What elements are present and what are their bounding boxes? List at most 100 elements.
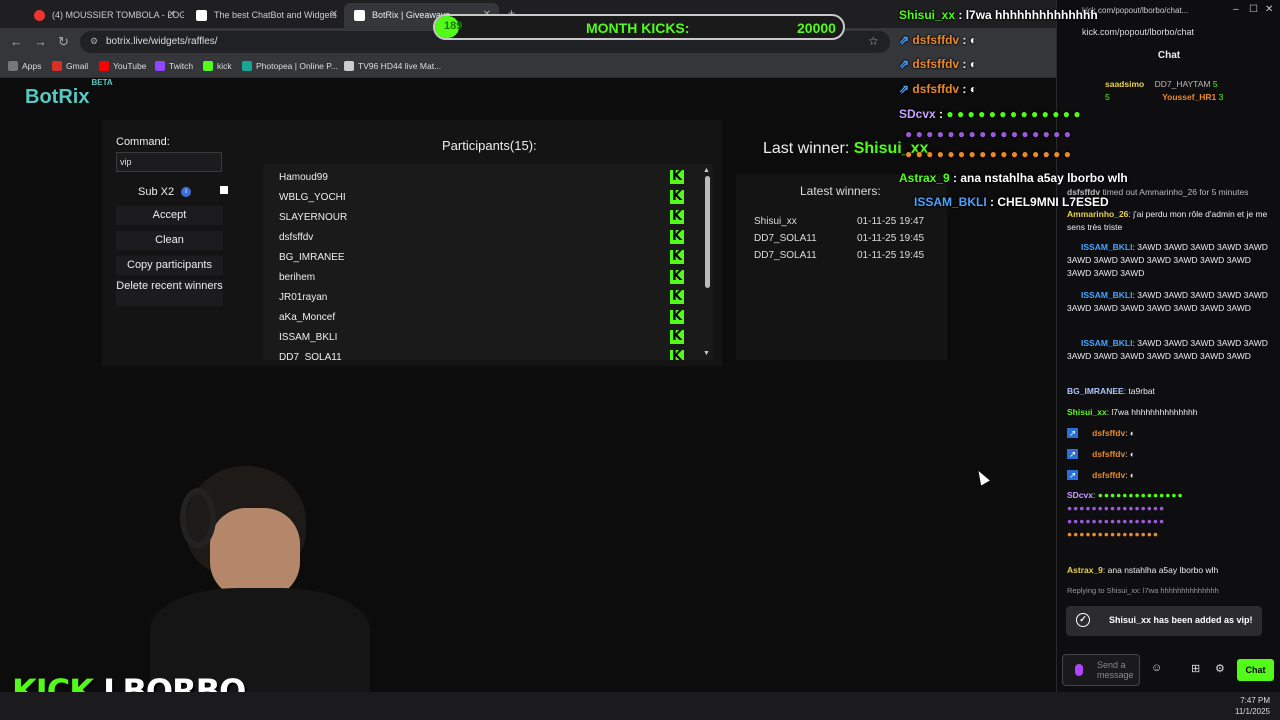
chat-message-input[interactable]: Send a message [1062,654,1140,686]
chat-title: Chat [1157,50,1181,61]
participants-list[interactable]: Hamoud99 WBLG_YOCHI SLAYERNOUR dsfsffdv … [263,164,713,360]
settings-icon[interactable]: ⚙ [1215,662,1225,675]
chat-message: ISSAM_BKLI: 3AWD 3AWD 3AWD 3AWD 3AWD 3AW… [1067,338,1268,361]
winner-date: 01-11-25 19:47 [857,216,925,227]
kick-icon: K [670,350,684,360]
back-icon[interactable]: ← [10,34,23,49]
kick-icon: K [670,189,684,204]
kick-icon: K [670,289,684,304]
month-kicks-goal-bar: 189 MONTH KICKS: 20000 [433,14,845,40]
chat-message: ISSAM_BKLI: 3AWD 3AWD 3AWD 3AWD 3AWD 3AW… [1067,290,1268,313]
winner-date: 01-11-25 19:45 [857,250,925,261]
photopea-icon [242,61,252,71]
webcam-feed [150,458,370,692]
chat-message: Astrax_9: ana nstahlha a5ay lborbo wlh [1067,565,1219,575]
scroll-down-icon[interactable]: ▼ [703,350,710,357]
chat-message: Shisui_xx: l7wa hhhhhhhhhhhhhh [1067,407,1198,417]
badge-icon: ↗ [1067,449,1079,459]
botrix-icon [196,10,207,21]
kick-icon: K [670,329,684,344]
participant-row: dsfsffdv [279,232,314,243]
overlay-chat-message: ⇗ dsfsffdv : ◐ [899,82,977,96]
maximize-icon[interactable]: ☐ [1249,4,1258,15]
close-icon[interactable]: ✕ [1265,4,1273,15]
bookmark-apps[interactable]: Apps [8,61,41,71]
emote-row: ●●●●●●●●●●●●●●●● [1067,516,1166,526]
delete-recent-winners-button[interactable]: Delete recent winners [116,280,223,306]
youtube-icon [99,61,109,71]
badge-icon: ⇗ [899,57,910,71]
info-icon[interactable]: i [181,187,191,197]
participant-row: berihem [279,272,316,283]
botrix-page: BotRixBETA Command: Sub X2 i Accept Clea… [0,78,1056,692]
bookmark-gmail[interactable]: Gmail [52,61,88,71]
winner-name: DD7_SOLA11 [754,233,817,244]
taskbar: 7:47 PM 11/1/2025 [0,692,1280,720]
tab-moussier[interactable]: (4) MOUSSIER TOMBOLA - LOG ✕ [24,3,184,28]
minimize-icon[interactable]: – [1233,4,1239,15]
overlay-chat-message: ISSAM_BKLI : CHEL9MNI L7ESED [914,195,1109,209]
bookmark-twitch[interactable]: Twitch [155,61,193,71]
copy-participants-button[interactable]: Copy participants [116,256,223,275]
clean-button[interactable]: Clean [116,231,223,250]
chat-message: ↗ dsfsffdv: ◐ [1067,449,1136,459]
bookmarks-bar: Apps Gmail YouTube Twitch kick Photopea … [0,56,1056,78]
emote-row: ●●●●●●●●●●●●●●●● [1067,503,1166,513]
forward-icon[interactable]: → [34,34,47,49]
kicks-current: 189 [444,20,463,32]
badge-icon: ⇗ [899,82,910,96]
youtube-icon [34,10,45,21]
participants-title: Participants(15): [442,138,537,153]
kicks-label: MONTH KICKS: [586,20,690,36]
beta-badge: BETA [91,78,113,88]
send-chat-button[interactable]: Chat [1237,659,1274,681]
participant-row: WBLG_YOCHI [279,192,346,203]
winner-date: 01-11-25 19:45 [857,233,925,244]
bookmark-photopea[interactable]: Photopea | Online P... [242,61,338,71]
bookmark-tv96[interactable]: TV96 HD44 live Mat... [344,61,441,71]
gift-icon[interactable]: ⊞ [1191,662,1200,675]
site-info-icon: ⚙ [90,36,99,46]
participant-row: aKa_Moncef [279,312,336,323]
emote-row: ● ● ● ● ● ● ● ● ● ● ● ● ● [946,107,1081,121]
system-clock: 7:47 PM 11/1/2025 [1235,696,1270,716]
participant-row: SLAYERNOUR [279,212,348,223]
overlay-chat-message: SDcvx : ● ● ● ● ● ● ● ● ● ● ● ● ● [899,107,1081,121]
participant-row: BG_IMRANEE [279,252,345,263]
gmail-icon [52,61,62,71]
scroll-up-icon[interactable]: ▲ [703,167,710,174]
command-input[interactable] [116,152,222,172]
winner-name: DD7_SOLA11 [754,250,817,261]
overlay-chat-message: Astrax_9 : ana nstahlha a5ay lborbo wlh [899,171,1128,185]
bookmark-youtube[interactable]: YouTube [99,61,146,71]
chat-message: BG_IMRANEE: ta9rbat [1067,386,1155,396]
chat-message: ↗ dsfsffdv: ◐ [1067,428,1136,438]
close-icon[interactable]: ✕ [168,9,176,20]
top-gifters: saadsimo DD7_HAYTAM 5 5 Youssef_HR1 3 [1105,79,1224,102]
check-icon: ✓ [1076,613,1090,627]
twitch-icon [155,61,165,71]
kicks-goal: 20000 [797,20,836,36]
sub-x2-checkbox[interactable] [220,186,228,194]
botrix-logo[interactable]: BotRixBETA [25,78,113,109]
bookmark-kick[interactable]: kick [203,61,232,71]
scrollbar[interactable] [705,176,710,288]
kick-icon: K [670,249,684,264]
chat-message: Ammarinho_26: j'ai perdu mon rôle d'admi… [1067,209,1268,232]
kick-icon [203,61,213,71]
accept-button[interactable]: Accept [116,206,223,225]
kick-icon: K [670,269,684,284]
participant-row: DD7_SOLA11 [279,352,342,360]
star-icon[interactable]: ☆ [868,34,879,48]
tab-chatbot[interactable]: The best ChatBot and Widgets ✕ [186,3,346,28]
overlay-chat-message: ⇗ dsfsffdv : ◐ [899,57,977,71]
emote-picker-icon[interactable]: ☺ [1151,662,1162,674]
microphone-icon[interactable] [1075,664,1083,676]
chat-message: SDcvx: ●●●●●●●●●●●●●● ●●●●●●●●●●●●●●●● ●●●… [1067,490,1184,539]
overlay-emote-row: ● ● ● ● ● ● ● ● ● ● ● ● ● ● ● ● [905,127,1071,141]
reload-icon[interactable]: ↻ [58,34,69,50]
kick-icon: K [670,169,684,184]
winner-name: Shisui_xx [754,216,797,227]
chat-message: ISSAM_BKLI: 3AWD 3AWD 3AWD 3AWD 3AWD 3AW… [1067,242,1268,278]
close-icon[interactable]: ✕ [330,9,338,20]
